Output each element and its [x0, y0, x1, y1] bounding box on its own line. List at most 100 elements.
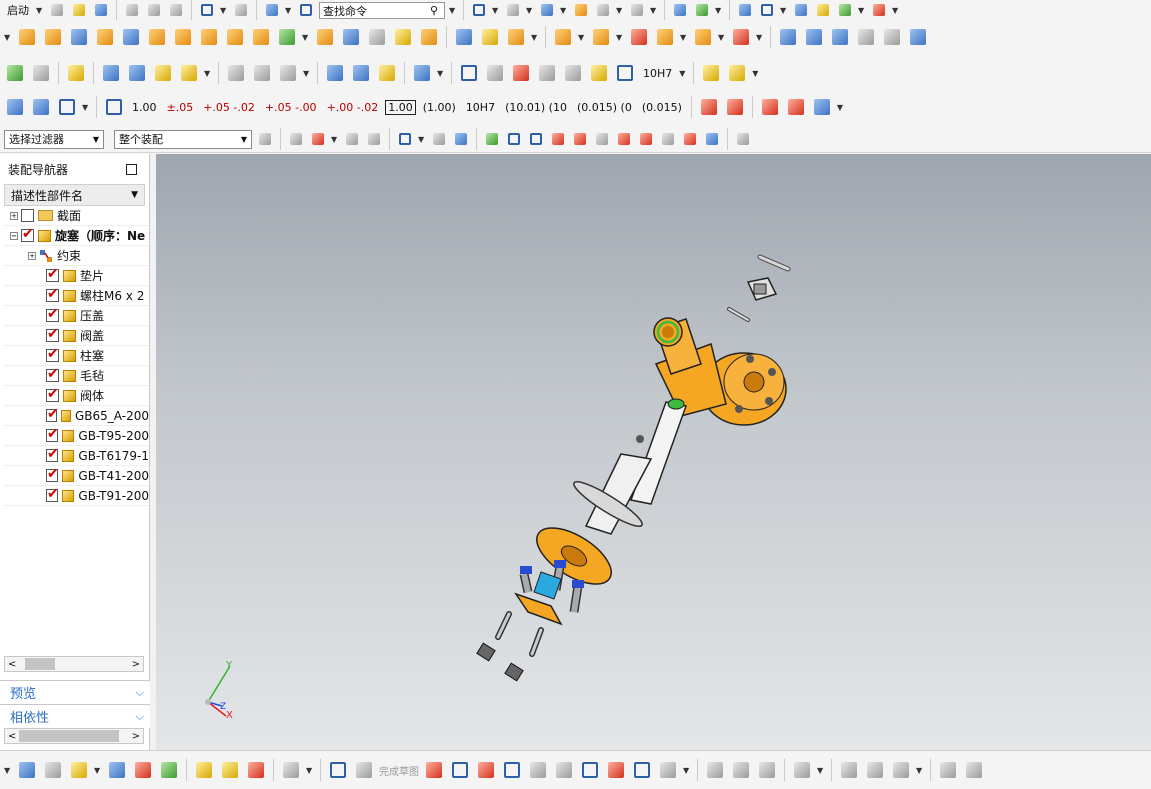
- start-menu[interactable]: 启动: [4, 2, 32, 18]
- table-icon[interactable]: [736, 1, 754, 19]
- chevron-down-icon[interactable]: ▼: [94, 766, 102, 775]
- color-swatch-icon[interactable]: [628, 1, 646, 19]
- dim-value-10[interactable]: (0.015) (0: [574, 101, 635, 114]
- tree-horizontal-scrollbar[interactable]: < >: [4, 656, 144, 672]
- csys-icon[interactable]: [56, 96, 78, 118]
- dimension-icon[interactable]: [277, 62, 299, 84]
- measure-icon[interactable]: [870, 1, 888, 19]
- component-array-icon[interactable]: [42, 759, 64, 781]
- scrollbar-thumb[interactable]: [19, 730, 119, 742]
- chevron-down-icon[interactable]: ▼: [36, 6, 44, 15]
- command-search-input[interactable]: 查找命令 ⚲: [319, 1, 445, 19]
- selection-filter-select[interactable]: 选择过滤器 ▼: [4, 129, 104, 149]
- cylinder-icon[interactable]: [324, 62, 346, 84]
- horizontal-dimension-icon[interactable]: [614, 62, 636, 84]
- layer-settings-icon[interactable]: [30, 62, 52, 84]
- add-component-icon[interactable]: [100, 62, 122, 84]
- curve-icon[interactable]: [225, 62, 247, 84]
- pin-part[interactable]: [727, 307, 750, 322]
- chevron-down-icon[interactable]: ▼: [679, 69, 687, 78]
- chevron-down-icon[interactable]: ▼: [4, 33, 12, 42]
- visibility-checkbox[interactable]: [21, 226, 34, 242]
- crosshair-table-icon[interactable]: [510, 62, 532, 84]
- chevron-down-icon[interactable]: ▼: [526, 6, 534, 15]
- section-curve-icon[interactable]: [251, 62, 273, 84]
- chevron-down-icon[interactable]: ▼: [616, 33, 624, 42]
- replace-face-icon[interactable]: [590, 26, 612, 48]
- visibility-checkbox[interactable]: [46, 326, 59, 342]
- move-component-icon[interactable]: [671, 1, 689, 19]
- visibility-checkbox[interactable]: [46, 346, 59, 362]
- stud-part[interactable]: [569, 580, 584, 613]
- cube-select-icon[interactable]: [452, 130, 470, 148]
- chevron-down-icon[interactable]: ▼: [718, 33, 726, 42]
- extend-icon[interactable]: [730, 759, 752, 781]
- chevron-down-icon[interactable]: ▼: [837, 103, 845, 112]
- tree-row-section[interactable]: + 截面: [4, 206, 149, 226]
- paste-icon[interactable]: [167, 1, 185, 19]
- mirror-icon[interactable]: [505, 26, 527, 48]
- snap-icon[interactable]: [343, 130, 361, 148]
- undo-icon[interactable]: [198, 1, 216, 19]
- scroll-left-icon[interactable]: <: [8, 659, 16, 670]
- plunger-part[interactable]: [584, 398, 687, 535]
- chevron-down-icon[interactable]: ▼: [650, 6, 658, 15]
- visibility-checkbox[interactable]: [46, 366, 59, 382]
- chevron-down-icon[interactable]: ▼: [756, 33, 764, 42]
- bearing-icon[interactable]: [376, 62, 398, 84]
- text-icon[interactable]: [178, 62, 200, 84]
- mate-icon[interactable]: [158, 759, 180, 781]
- dim-value-11[interactable]: (0.015): [639, 101, 685, 114]
- emboss-icon[interactable]: [172, 26, 194, 48]
- chevron-down-icon[interactable]: ⌵: [136, 686, 144, 700]
- chevron-down-icon[interactable]: ▼: [303, 69, 311, 78]
- chevron-down-icon[interactable]: ▼: [780, 6, 788, 15]
- chevron-down-icon[interactable]: ▼: [578, 33, 586, 42]
- snap-midpoint-icon[interactable]: [505, 130, 523, 148]
- explode-icon[interactable]: [30, 96, 52, 118]
- wave-link-icon[interactable]: [152, 62, 174, 84]
- chamfer-icon[interactable]: [340, 26, 362, 48]
- pocket-icon[interactable]: [120, 26, 142, 48]
- finish-sketch-flag-icon[interactable]: [353, 759, 375, 781]
- offset-face-icon[interactable]: [418, 26, 440, 48]
- tree-row-part[interactable]: GB-T6179-1: [4, 446, 149, 466]
- hammer-icon[interactable]: [126, 62, 148, 84]
- add-component-icon[interactable]: [68, 759, 90, 781]
- extrude-icon[interactable]: [16, 26, 38, 48]
- copy-icon[interactable]: [145, 1, 163, 19]
- brush-icon[interactable]: [588, 62, 610, 84]
- visibility-checkbox[interactable]: [46, 386, 59, 402]
- rapid-dimension-icon[interactable]: [864, 759, 886, 781]
- polygon-icon[interactable]: [605, 759, 627, 781]
- spring-icon[interactable]: [350, 62, 372, 84]
- alternate-solution-icon[interactable]: [937, 759, 959, 781]
- tree-row-part[interactable]: 垫片: [4, 266, 149, 286]
- through-curves-icon[interactable]: [803, 26, 825, 48]
- arc-icon[interactable]: [475, 759, 497, 781]
- tree-row-part[interactable]: GB65_A-200: [4, 406, 149, 426]
- chevron-down-icon[interactable]: ▼: [683, 766, 691, 775]
- swept-icon[interactable]: [829, 26, 851, 48]
- document-icon[interactable]: [562, 62, 584, 84]
- chevron-down-icon[interactable]: ▼: [331, 135, 339, 144]
- n-sided-icon[interactable]: [855, 26, 877, 48]
- dim-value-1[interactable]: 1.00: [129, 101, 160, 114]
- panel-horizontal-scrollbar[interactable]: < >: [4, 728, 144, 744]
- dim-value-7[interactable]: (1.00): [420, 101, 459, 114]
- analysis-icon[interactable]: [792, 1, 810, 19]
- tree-row-part[interactable]: 毛毡: [4, 366, 149, 386]
- nut-part[interactable]: [476, 642, 496, 662]
- circle-icon[interactable]: [501, 759, 523, 781]
- visibility-checkbox[interactable]: [46, 466, 59, 482]
- visibility-checkbox[interactable]: [46, 286, 59, 302]
- open-folder-icon[interactable]: [70, 1, 88, 19]
- chevron-down-icon[interactable]: ▼: [858, 6, 866, 15]
- snap-curve-icon[interactable]: [549, 130, 567, 148]
- scrollbar-thumb[interactable]: [25, 658, 55, 670]
- sequence-icon[interactable]: [219, 759, 241, 781]
- note-icon[interactable]: [65, 62, 87, 84]
- save-as-icon[interactable]: [263, 1, 281, 19]
- chevron-down-icon[interactable]: ▼: [204, 69, 212, 78]
- snap-intersection-icon[interactable]: [593, 130, 611, 148]
